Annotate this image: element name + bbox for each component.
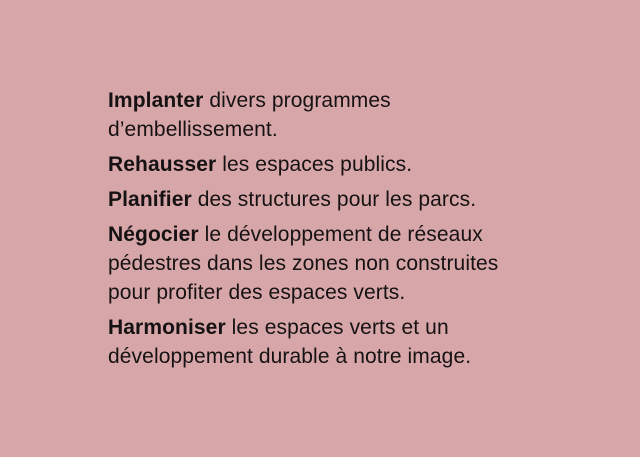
text-line: les espaces publics. xyxy=(216,153,413,176)
paragraph-rehausser: Rehausser les espaces publics. xyxy=(108,150,608,179)
text-line: pédestres dans les zones non construites xyxy=(108,252,499,275)
text-block: Implanter divers programmes d’embellisse… xyxy=(108,86,608,377)
paragraph-negocier: Négocier le développement de réseaux péd… xyxy=(108,220,608,307)
keyword: Harmoniser xyxy=(108,316,226,339)
text-line: des structures pour les parcs. xyxy=(191,188,477,211)
paragraph-planifier: Planifier des structures pour les parcs. xyxy=(108,185,608,214)
text-line: le développement de réseaux xyxy=(198,223,483,246)
keyword: Implanter xyxy=(108,89,204,112)
text-line: pour profiter des espaces verts. xyxy=(108,281,406,304)
paragraph-implanter: Implanter divers programmes d’embellisse… xyxy=(108,86,608,144)
text-line: les espaces verts et un xyxy=(225,316,449,339)
text-line: d’embellissement. xyxy=(108,118,278,141)
text-line: développement durable à notre image. xyxy=(108,345,472,368)
text-line: divers programmes xyxy=(203,89,391,112)
keyword: Planifier xyxy=(108,188,192,211)
keyword: Négocier xyxy=(108,223,199,246)
paragraph-harmoniser: Harmoniser les espaces verts et un dével… xyxy=(108,313,608,371)
keyword: Rehausser xyxy=(108,153,217,176)
